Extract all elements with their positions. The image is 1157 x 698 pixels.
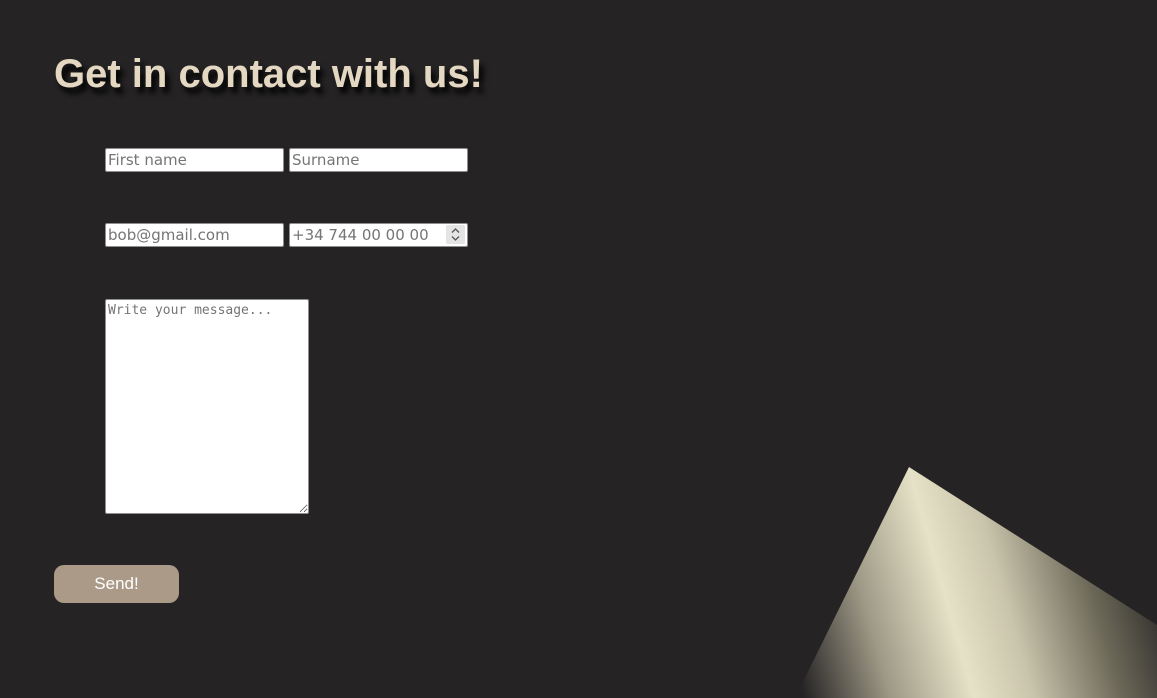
phone-input[interactable] bbox=[289, 223, 468, 247]
email-input[interactable] bbox=[105, 223, 284, 247]
message-textarea[interactable] bbox=[105, 299, 309, 514]
phone-spinner[interactable] bbox=[446, 225, 465, 244]
first-name-input[interactable] bbox=[105, 148, 284, 172]
send-button[interactable]: Send! bbox=[54, 565, 179, 603]
chevron-up-down-icon bbox=[451, 228, 460, 241]
phone-field bbox=[289, 223, 468, 247]
page-title: Get in contact with us! bbox=[54, 52, 483, 96]
surname-input[interactable] bbox=[289, 148, 468, 172]
